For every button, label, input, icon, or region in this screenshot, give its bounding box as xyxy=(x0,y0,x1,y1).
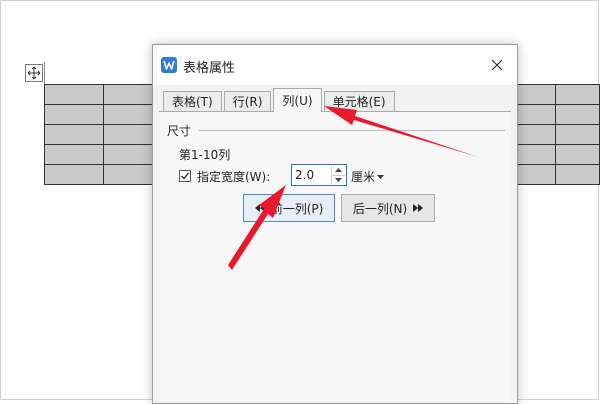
table-move-handle[interactable] xyxy=(25,64,43,82)
tab-column[interactable]: 列(U) xyxy=(273,88,322,112)
next-column-button[interactable]: 后一列(N) xyxy=(341,194,435,222)
size-section-label: 尺寸 xyxy=(167,124,192,138)
close-icon xyxy=(491,59,503,71)
specify-width-row: 指定宽度(W): xyxy=(179,167,270,185)
previous-column-button[interactable]: 前一列(P) xyxy=(243,194,335,222)
dropdown-arrow-icon xyxy=(377,174,385,179)
section-divider xyxy=(199,130,505,131)
wps-w-icon xyxy=(161,57,177,73)
spin-down-button[interactable] xyxy=(331,175,345,184)
up-triangle-icon xyxy=(335,168,342,173)
tab-row[interactable]: 行(R) xyxy=(223,91,272,111)
width-spinner xyxy=(291,164,347,186)
previous-column-label: 前一列(P) xyxy=(270,201,324,216)
margin-marker xyxy=(44,62,45,84)
specify-width-checkbox[interactable] xyxy=(179,170,191,182)
spinner-buttons xyxy=(331,166,345,184)
down-triangle-icon xyxy=(335,177,342,182)
dialog-titlebar[interactable]: 表格属性 xyxy=(153,45,517,85)
close-button[interactable] xyxy=(487,55,507,75)
specify-width-label: 指定宽度(W): xyxy=(197,169,271,184)
tab-strip: 表格(T) 行(R) 列(U) 单元格(E) xyxy=(163,88,397,112)
double-left-arrow-icon xyxy=(254,204,265,212)
next-column-label: 后一列(N) xyxy=(352,201,408,216)
width-input[interactable] xyxy=(295,166,329,184)
move-icon xyxy=(27,66,41,80)
table-properties-dialog: 表格属性 表格(T) 行(R) 列(U) 单元格(E) 尺寸 第1-10列 指定… xyxy=(152,44,518,404)
unit-dropdown[interactable]: 厘米 xyxy=(351,168,385,185)
dialog-title: 表格属性 xyxy=(183,61,236,76)
double-right-arrow-icon xyxy=(413,204,424,212)
check-icon xyxy=(181,172,190,180)
column-tab-panel: 尺寸 第1-10列 指定宽度(W): 厘米 xyxy=(159,111,511,402)
tab-cell[interactable]: 单元格(E) xyxy=(323,91,395,111)
tab-table[interactable]: 表格(T) xyxy=(163,91,222,111)
unit-label: 厘米 xyxy=(351,170,376,184)
spin-up-button[interactable] xyxy=(331,166,345,176)
column-range-label: 第1-10列 xyxy=(179,148,231,162)
